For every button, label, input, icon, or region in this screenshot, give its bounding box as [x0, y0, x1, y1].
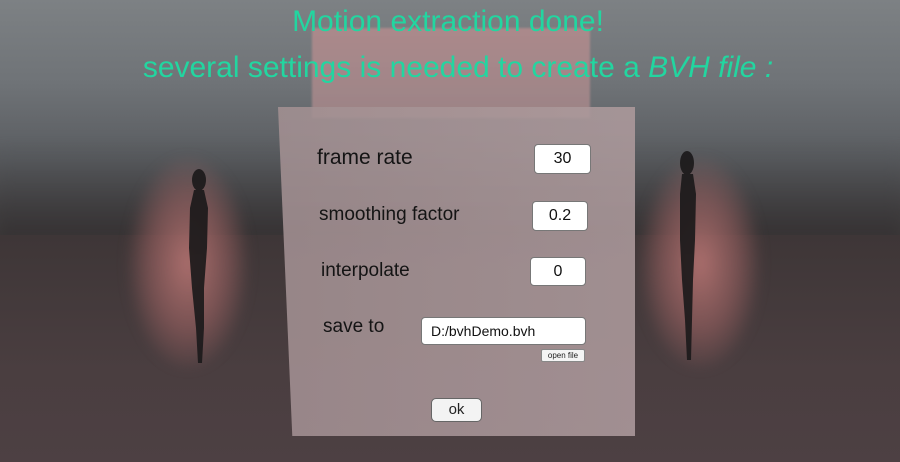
left-person-silhouette [189, 169, 208, 363]
headline-line-2-emphasis: BVH file : [648, 51, 774, 84]
headline-line-1: Motion extraction done! [292, 5, 604, 38]
frame-rate-label: frame rate [317, 146, 413, 169]
ok-button[interactable]: ok [431, 398, 482, 422]
save-to-label: save to [323, 316, 385, 337]
smoothing-factor-label: smoothing factor [319, 204, 460, 225]
headline-subtitle: several settings is needed to create a B… [16, 50, 900, 86]
frame-rate-input[interactable] [534, 144, 591, 174]
save-path-input[interactable] [421, 317, 586, 345]
interpolate-label: interpolate [321, 260, 410, 281]
smoothing-factor-input[interactable] [532, 201, 588, 231]
interpolate-input[interactable] [530, 257, 586, 286]
open-file-button[interactable]: open file [541, 349, 585, 362]
right-person-silhouette [680, 151, 696, 360]
headline-line-2-prefix: several settings is needed to create a [142, 51, 649, 84]
headline-title: Motion extraction done! [0, 4, 900, 40]
